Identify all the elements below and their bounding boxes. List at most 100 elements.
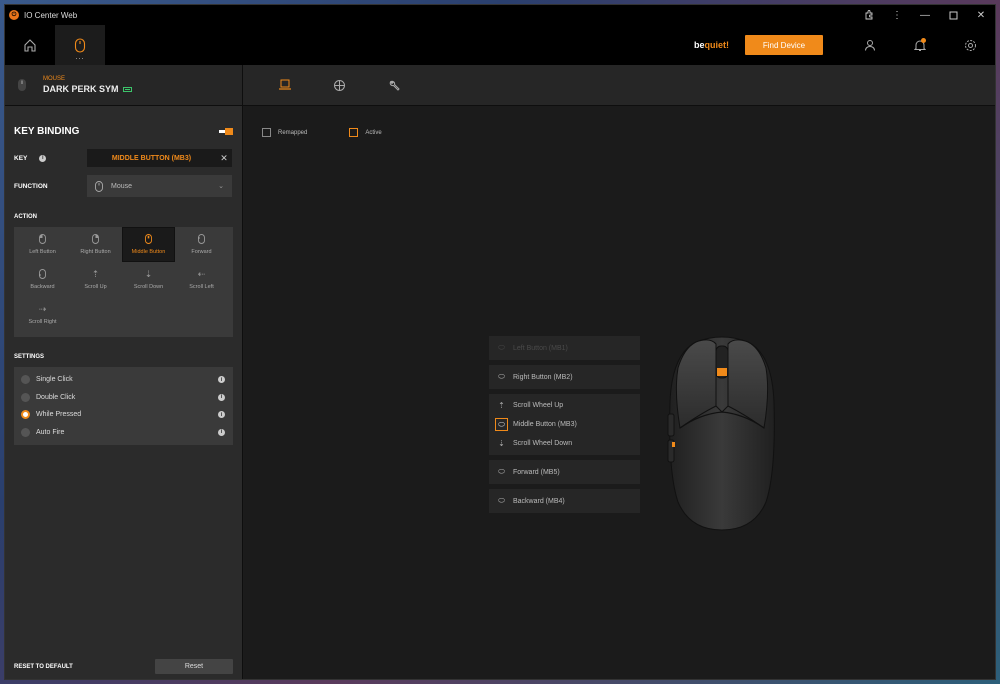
crosshair-icon — [334, 79, 345, 91]
info-icon[interactable]: i — [218, 411, 225, 419]
feature-tabs — [243, 65, 995, 105]
function-select[interactable]: Mouse ⌄ — [87, 175, 232, 197]
function-row: FUNCTION Mouse ⌄ — [14, 175, 233, 197]
key-label-wrap: KEY i — [14, 154, 87, 162]
settings-button[interactable] — [945, 25, 995, 65]
reset-row: RESET TO DEFAULT Reset — [14, 659, 233, 674]
mouse-button-list: ⬭ Left Button (MB1) ⬭ Right Button (MB2) ⇡… — [489, 336, 640, 518]
mouse-icon — [74, 37, 86, 53]
legend-remapped-label: Remapped — [278, 129, 308, 136]
mouse-middle-icon — [145, 234, 152, 244]
button-scroll-up[interactable]: ⇡ Scroll Wheel Up — [489, 396, 640, 415]
action-grid: Left Button Right Button Middle Button F… — [14, 227, 233, 337]
app-window: ⏻ IO Center Web ⋮ — ✕ ... be quiet! Find… — [4, 4, 996, 680]
mouse-backward-icon — [39, 269, 46, 279]
key-info-icon[interactable]: i — [39, 154, 47, 162]
scroll-right-icon: ⇢ — [38, 303, 47, 314]
gear-icon — [964, 39, 976, 51]
setting-while-pressed[interactable]: While Pressed i — [14, 406, 233, 424]
tab-performance[interactable] — [312, 65, 367, 106]
button-left[interactable]: ⬭ Left Button (MB1) — [489, 336, 640, 360]
clear-key-icon[interactable]: ✕ — [216, 153, 232, 164]
key-binding-header: KEY BINDING — [14, 126, 233, 137]
nav-mouse-device[interactable]: ... — [55, 25, 105, 65]
action-label-scroll-up: Scroll Up — [84, 284, 107, 290]
device-name-row: DARK PERK SYM — [43, 84, 132, 94]
button-right[interactable]: ⬭ Right Button (MB2) — [489, 365, 640, 389]
setting-double-click[interactable]: Double Click i — [14, 389, 233, 407]
action-scroll-down[interactable]: ⇣ Scroll Down — [122, 262, 175, 297]
key-field[interactable]: MIDDLE BUTTON (MB3) ✕ — [87, 149, 232, 167]
mouse-icon — [95, 180, 103, 192]
mouse-right-icon — [92, 234, 99, 244]
radio-icon — [21, 427, 30, 437]
key-binding-toggle[interactable] — [219, 128, 233, 135]
sub-header: MOUSE DARK PERK SYM — [5, 65, 995, 106]
setting-label: Single Click — [36, 376, 73, 384]
button-forward[interactable]: ⬭ Forward (MB5) — [489, 460, 640, 484]
button-backward[interactable]: ⬭ Backward (MB4) — [489, 489, 640, 513]
reset-label: RESET TO DEFAULT — [14, 663, 73, 670]
settings-label: SETTINGS — [14, 354, 45, 360]
setting-single-click[interactable]: Single Click i — [14, 371, 233, 389]
account-button[interactable] — [845, 25, 895, 65]
action-scroll-left[interactable]: ⇠ Scroll Left — [175, 262, 228, 297]
action-scroll-right[interactable]: ⇢ Scroll Right — [16, 297, 69, 332]
action-label-left: Left Button — [29, 249, 56, 255]
more-menu-icon[interactable]: ⋮ — [883, 5, 911, 25]
title-bar: ⏻ IO Center Web ⋮ — ✕ — [5, 5, 995, 25]
minimize-icon[interactable]: — — [911, 5, 939, 25]
legend: Remapped Active — [262, 128, 424, 137]
mouse-icon: ⬭ — [498, 372, 505, 381]
function-value: Mouse — [111, 182, 133, 190]
active-device-dots: ... — [75, 54, 85, 61]
legend-active-label: Active — [365, 129, 382, 136]
setting-label: Double Click — [36, 393, 76, 401]
action-forward[interactable]: Forward — [175, 227, 228, 262]
extensions-icon[interactable] — [855, 5, 883, 25]
brand-logo: be quiet! — [694, 25, 729, 65]
find-device-button[interactable]: Find Device — [745, 35, 823, 55]
app-logo-icon: ⏻ — [9, 10, 19, 20]
radio-icon — [21, 375, 30, 385]
scroll-left-icon: ⇠ — [197, 268, 206, 279]
tab-tools[interactable] — [367, 65, 422, 106]
info-icon[interactable]: i — [218, 393, 225, 401]
action-backward[interactable]: Backward — [16, 262, 69, 297]
setting-label: While Pressed — [36, 411, 82, 419]
info-icon[interactable]: i — [218, 428, 225, 436]
key-row: KEY i MIDDLE BUTTON (MB3) ✕ — [14, 149, 233, 167]
key-value: MIDDLE BUTTON (MB3) — [111, 154, 192, 162]
action-middle-button[interactable]: Middle Button — [122, 227, 175, 262]
action-scroll-up[interactable]: ⇡ Scroll Up — [69, 262, 122, 297]
reset-button[interactable]: Reset — [155, 659, 233, 674]
wrench-icon — [389, 80, 400, 91]
button-backward-label: Backward (MB4) — [513, 497, 565, 505]
close-icon[interactable]: ✕ — [967, 5, 995, 25]
active-box-icon — [349, 128, 359, 137]
mouse-icon: ⬭ — [498, 467, 505, 476]
button-scroll-down[interactable]: ⇣ Scroll Wheel Down — [489, 434, 640, 453]
action-right-button[interactable]: Right Button — [69, 227, 122, 262]
legend-active: Active — [349, 128, 382, 137]
button-forward-label: Forward (MB5) — [513, 468, 560, 476]
button-middle-label: Middle Button (MB3) — [513, 421, 577, 428]
maximize-icon[interactable] — [939, 5, 967, 25]
action-left-button[interactable]: Left Button — [16, 227, 69, 262]
scroll-up-icon: ⇡ — [498, 401, 505, 410]
brand-prefix: be — [693, 40, 705, 50]
setting-auto-fire[interactable]: Auto Fire i — [14, 424, 233, 442]
info-icon[interactable]: i — [218, 376, 225, 384]
action-label-scroll-right: Scroll Right — [28, 319, 57, 325]
window-title: IO Center Web — [24, 10, 78, 20]
action-label-middle: Middle Button — [131, 249, 166, 255]
notifications-button[interactable] — [895, 25, 945, 65]
nav-home[interactable] — [5, 25, 55, 65]
action-label-right: Right Button — [80, 249, 111, 255]
home-icon — [24, 39, 36, 52]
tab-key-binding[interactable] — [257, 65, 312, 106]
radio-icon — [21, 392, 30, 402]
key-label: KEY — [14, 154, 28, 162]
button-middle[interactable]: ⬭ Middle Button (MB3) — [489, 415, 640, 434]
action-label: ACTION — [14, 214, 37, 220]
